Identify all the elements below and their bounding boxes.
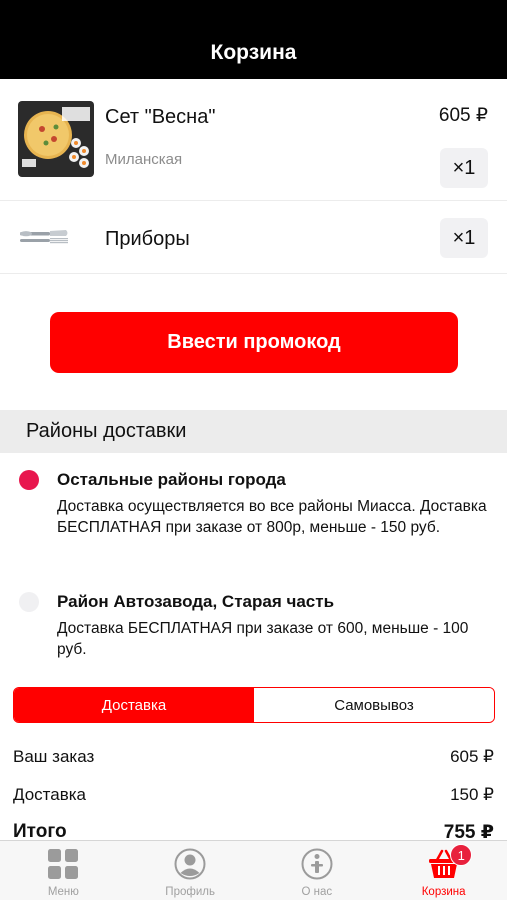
zone-description: Доставка БЕСПЛАТНАЯ при заказе от 600, м… (57, 620, 469, 658)
page-title: Корзина (210, 40, 297, 64)
zone-description: Доставка осуществляется во все районы Ми… (57, 498, 487, 536)
zone-title: Район Автозавода, Старая часть (57, 592, 335, 611)
radio-unselected-icon[interactable] (19, 592, 39, 612)
navigation-bar: Корзина (0, 0, 507, 79)
tab-label: Корзина (421, 886, 466, 898)
item-variant: Миланская (105, 151, 183, 168)
promo-button-label: Ввести промокод (167, 331, 341, 353)
profile-icon (174, 848, 206, 880)
delivery-mode-segmented-control[interactable]: Доставка Самовывоз (13, 687, 495, 723)
tab-profile[interactable]: Профиль (127, 841, 254, 900)
tab-cart[interactable]: Корзина 1 (380, 841, 507, 900)
cart-item[interactable]: Сет "Весна" Миланская 605 ₽ ×1 (0, 79, 507, 201)
cutlery-icon (18, 226, 70, 248)
quantity-value: ×1 (452, 226, 476, 249)
zone-title: Остальные районы города (57, 470, 286, 489)
tab-menu[interactable]: Меню (0, 841, 127, 900)
order-subtotal-value: 605 ₽ (450, 747, 494, 766)
segment-delivery[interactable]: Доставка (14, 688, 254, 722)
item-price: 605 ₽ (438, 105, 488, 126)
item-title: Приборы (105, 228, 190, 250)
tab-label: О нас (301, 886, 333, 898)
cart-item[interactable]: Приборы ×1 (0, 201, 507, 274)
delivery-zone-option[interactable]: Район Автозавода, Старая часть Доставка … (0, 582, 507, 672)
section-header-delivery-zones: Районы доставки (0, 410, 507, 453)
tab-label: Профиль (165, 886, 215, 898)
cart-count-badge: 1 (450, 844, 473, 866)
tab-bar: Меню Профиль О нас Корзина 1 (0, 840, 507, 900)
delivery-fee-label: Доставка (13, 785, 87, 804)
item-title: Сет "Весна" (105, 106, 216, 128)
section-title: Районы доставки (26, 420, 187, 442)
info-icon (301, 848, 333, 880)
tab-label: Меню (47, 886, 79, 898)
grid-icon (48, 849, 79, 879)
delivery-fee-value: 150 ₽ (450, 785, 494, 804)
quantity-button[interactable]: ×1 (440, 218, 488, 258)
order-subtotal-label: Ваш заказ (13, 747, 95, 766)
tab-about[interactable]: О нас (254, 841, 381, 900)
enter-promo-code-button[interactable]: Ввести промокод (50, 312, 458, 373)
quantity-button[interactable]: ×1 (440, 148, 488, 188)
quantity-value: ×1 (452, 156, 476, 179)
segment-pickup[interactable]: Самовывоз (254, 688, 494, 722)
delivery-zone-option[interactable]: Остальные районы города Доставка осущест… (0, 460, 507, 570)
radio-selected-icon[interactable] (19, 470, 39, 490)
product-image (18, 101, 94, 177)
